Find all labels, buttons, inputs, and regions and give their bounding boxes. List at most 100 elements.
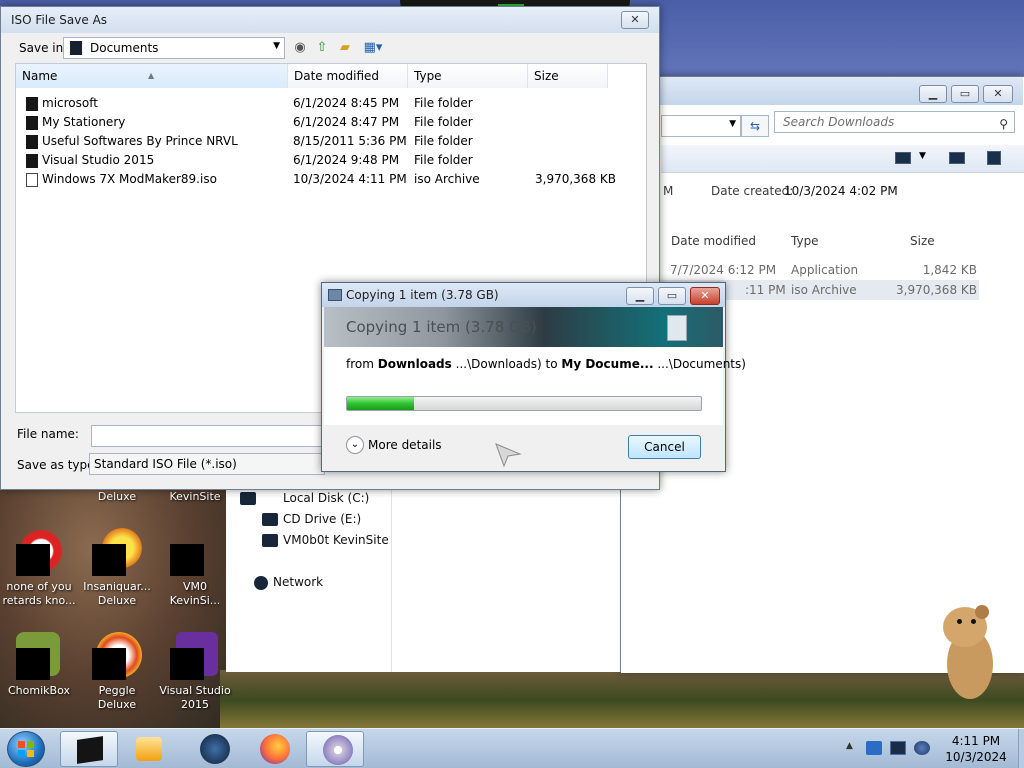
help-icon[interactable] [987,151,1001,165]
cancel-button[interactable]: Cancel [628,435,701,459]
up-folder-icon[interactable]: ⇧ [313,39,331,57]
save-as-type-value: Standard ISO File (*.iso) [94,457,237,471]
copy-minimize-button[interactable]: ▁ [626,287,654,305]
column-header-size[interactable]: Size [528,64,608,88]
firefox-icon [260,734,290,764]
refresh-button[interactable]: ⇆ [741,115,769,137]
back-icon[interactable]: ◉ [291,39,309,57]
column-header-type[interactable]: Type [408,64,528,88]
item-type: File folder [414,115,473,129]
redacted-icon [16,544,50,576]
row-type: Application [791,263,859,277]
view-menu-icon[interactable]: ▦▾ [359,39,387,57]
redacted-icon [92,544,126,576]
column-size[interactable]: Size [910,234,935,248]
documents-icon [70,41,82,55]
explorer-close-button[interactable]: ✕ [983,85,1013,103]
save-dialog-titlebar[interactable]: ISO File Save As [1,7,659,33]
row-size: 3,970,368 KB [896,283,977,297]
tray-expand-icon[interactable]: ▲ [846,741,853,751]
save-dialog-close-button[interactable]: ✕ [621,11,649,29]
item-date: 8/15/2011 5:36 PM [293,134,407,148]
copy-maximize-button[interactable]: ▭ [658,287,686,305]
save-in-dropdown[interactable]: Documents ▼ [63,37,285,59]
source-link[interactable]: Downloads [378,357,452,371]
copy-dialog-title: Copying 1 item (3.78 GB) [346,288,499,302]
list-item[interactable]: microsoft 6/1/2024 8:45 PM File folder [16,94,648,113]
item-date: 6/1/2024 9:48 PM [293,153,400,167]
save-as-type-label: Save as type: [17,458,99,472]
explorer-navigation-pane: Local Disk (C:) CD Drive (E:) VM0b0t Kev… [226,488,392,672]
explorer-minimize-button[interactable]: ▁ [919,85,947,103]
chevron-down-icon[interactable]: ▼ [919,151,926,161]
progress-fill [347,397,415,410]
save-as-type-dropdown[interactable]: Standard ISO File (*.iso) [89,453,325,475]
list-item[interactable]: Visual Studio 2015 6/1/2024 9:48 PM File… [16,151,648,170]
nav-item-vm0b0t[interactable]: VM0b0t KevinSite [283,533,389,547]
taskbar-explorer-button[interactable] [60,731,118,767]
show-desktop-button[interactable] [1018,729,1024,768]
row-size: 1,842 KB [922,263,977,277]
item-type: File folder [414,153,473,167]
item-date: 6/1/2024 8:47 PM [293,115,400,129]
list-item[interactable]: My Stationery 6/1/2024 8:47 PM File fold… [16,113,648,132]
copy-body: from Downloads ...\Downloads) to My Docu… [324,347,746,425]
tray-app-icon[interactable] [866,741,882,755]
explorer-maximize-button[interactable]: ▭ [951,85,979,103]
volume-tray-icon[interactable] [914,741,930,755]
taskbar-app-button[interactable] [184,731,242,767]
chevron-down-icon: ⌄ [346,436,364,454]
chevron-down-icon: ▼ [729,119,736,129]
clock-date: 10/3/2024 [945,750,1007,764]
preview-pane-icon[interactable] [949,152,965,164]
from-word: from [346,357,374,371]
network-tray-icon[interactable] [890,741,906,755]
search-input[interactable]: Search Downloads ⚲ [774,111,1015,133]
redacted-icon [16,648,50,680]
disc-icon [323,735,353,765]
folder-icon [26,154,38,168]
row-date: 7/7/2024 6:12 PM [670,263,777,277]
hamster-eye [957,619,962,624]
item-type: File folder [414,96,473,110]
icon-label: Deluxe [97,490,137,503]
copy-progress-bar [346,396,702,411]
list-item[interactable]: Windows 7X ModMaker89.iso 10/3/2024 4:11… [16,170,648,189]
explorer-address-dropdown[interactable]: ▼ [661,115,741,137]
file-row[interactable]: 7/7/2024 6:12 PM Application 1,842 KB [661,260,979,280]
explorer-toolbar: ▼ [661,145,1024,173]
wallpaper-ground [220,670,1024,730]
explorer-content-area [392,488,620,672]
nav-item-network[interactable]: Network [273,575,323,589]
taskbar-media-player-button[interactable] [120,731,178,767]
column-type[interactable]: Type [791,234,819,248]
network-icon [254,576,268,590]
nav-item-cd-drive[interactable]: CD Drive (E:) [283,512,361,526]
file-name-label: File name: [17,427,79,441]
taskbar-firefox-button[interactable] [244,731,302,767]
file-name-input[interactable] [91,425,325,447]
save-dialog-title: ISO File Save As [11,13,108,27]
start-button[interactable] [7,731,45,767]
list-item[interactable]: Useful Softwares By Prince NRVL 8/15/201… [16,132,648,151]
folder-icon [26,135,38,149]
new-folder-icon[interactable]: ▰ [336,39,354,57]
column-header-date-modified[interactable]: Date modified [288,64,408,88]
column-name-label: Name [22,69,58,83]
nav-item-local-disk[interactable]: Local Disk (C:) [283,491,369,505]
system-clock[interactable]: 4:11 PM 10/3/2024 [936,733,1016,765]
globe-app-icon [200,734,230,764]
redacted-icon [92,648,126,680]
taskbar-iso-tool-button[interactable] [306,731,364,767]
copy-close-button[interactable]: ✕ [690,287,720,305]
folder-icon [26,116,38,130]
hamster-eye [971,619,976,624]
source-path: ...\Downloads) [455,357,542,371]
view-options-icon[interactable] [895,152,911,164]
column-header-name[interactable]: Name ▲ [16,64,288,88]
destination-link[interactable]: My Docume... [561,357,653,371]
clock-time: 4:11 PM [951,734,1001,748]
document-icon [667,315,687,341]
column-date-modified[interactable]: Date modified [671,234,756,248]
hamster-gadget[interactable] [935,605,1005,705]
